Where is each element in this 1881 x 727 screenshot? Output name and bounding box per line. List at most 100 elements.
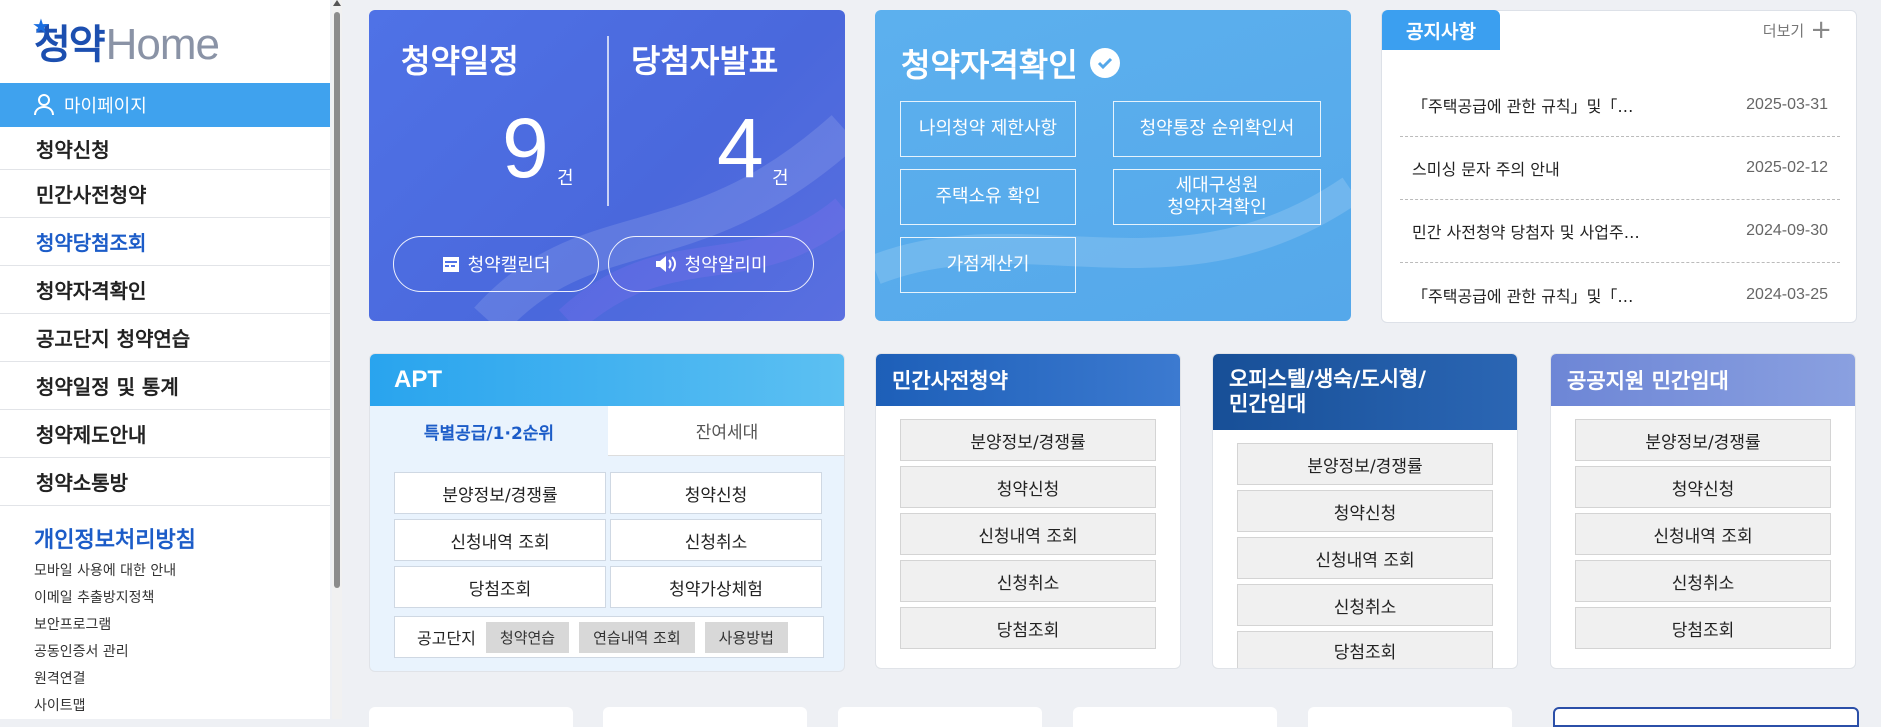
apt-apply-button[interactable]: 청약신청 <box>610 472 822 514</box>
of-cancel-button[interactable]: 신청취소 <box>1237 584 1493 626</box>
account-rank-button[interactable]: 청약통장 순위확인서 <box>1113 101 1321 157</box>
apt-sale-info-button[interactable]: 분양정보/경쟁률 <box>394 472 606 514</box>
gongo-row: 공고단지 청약연습 연습내역 조회 사용방법 <box>394 616 824 658</box>
scrollbar[interactable] <box>332 0 342 719</box>
sidebar-menu: 청약신청 민간사전청약 청약당첨조회 청약자격확인 공고단지 청약연습 청약일정… <box>0 128 330 506</box>
pr-winner-button[interactable]: 당첨조회 <box>1575 607 1831 649</box>
qualification-title[interactable]: 청약자격확인 <box>901 40 1120 86</box>
notice-row[interactable]: 「주택공급에 관한 규칙」및「… 2025-03-31 <box>1400 74 1840 137</box>
apt-virtual-button[interactable]: 청약가상체험 <box>610 566 822 608</box>
score-calculator-button[interactable]: 가점계산기 <box>900 237 1076 293</box>
sidebar-item-practice[interactable]: 공고단지 청약연습 <box>0 314 330 362</box>
public-rental-title: 공공지원 민간임대 <box>1551 354 1855 406</box>
house-ownership-button[interactable]: 주택소유 확인 <box>900 169 1076 225</box>
tab-remaining-units[interactable]: 잔여세대 <box>608 406 844 456</box>
pp-apply-button[interactable]: 청약신청 <box>900 466 1156 508</box>
private-pre-title: 민간사전청약 <box>876 354 1180 406</box>
winner-announce-label[interactable]: 당첨자발표 <box>631 36 778 82</box>
sublinks: 모바일 사용에 대한 안내 이메일 추출방지정책 보안프로그램 공동인증서 관리… <box>34 558 176 720</box>
logo-english: Home <box>105 20 220 69</box>
sidebar: ★ 청약 Home 마이페이지 청약신청 민간사전청약 청약당첨조회 청약자격확… <box>0 0 330 719</box>
tab-special-supply[interactable]: 특별공급/1·2순위 <box>370 406 608 456</box>
apt-title: APT <box>370 354 844 406</box>
household-qualification-button[interactable]: 세대구성원 청약자격확인 <box>1113 169 1321 225</box>
winner-announce-count[interactable]: 4 <box>717 106 764 190</box>
speaker-icon <box>655 256 676 272</box>
mypage-button[interactable]: 마이페이지 <box>0 83 330 127</box>
notice-date: 2025-02-12 <box>1746 159 1828 176</box>
sublink-security[interactable]: 보안프로그램 <box>34 612 176 639</box>
sidebar-item-system-guide[interactable]: 청약제도안내 <box>0 410 330 458</box>
sublink-remote[interactable]: 원격연결 <box>34 666 176 693</box>
notice-row[interactable]: 스미싱 문자 주의 안내 2025-02-12 <box>1400 137 1840 200</box>
check-icon <box>1089 48 1120 78</box>
notice-tab[interactable]: 공지사항 <box>1382 10 1500 50</box>
pp-history-button[interactable]: 신청내역 조회 <box>900 513 1156 555</box>
schedule-count[interactable]: 9 <box>502 106 549 190</box>
more-link[interactable]: 더보기 + <box>1763 17 1832 43</box>
scrollbar-thumb[interactable] <box>334 12 340 588</box>
pr-apply-button[interactable]: 청약신청 <box>1575 466 1831 508</box>
practice-history-chip[interactable]: 연습내역 조회 <box>579 621 695 653</box>
pr-sale-info-button[interactable]: 분양정보/경쟁률 <box>1575 419 1831 461</box>
plus-icon: + <box>1810 15 1832 45</box>
divider <box>607 36 609 206</box>
sidebar-item-schedule-stats[interactable]: 청약일정 및 통계 <box>0 362 330 410</box>
more-label: 더보기 <box>1762 21 1805 40</box>
sidebar-item-qualification[interactable]: 청약자격확인 <box>0 266 330 314</box>
winner-announce-unit: 건 <box>772 168 789 189</box>
practice-chip[interactable]: 청약연습 <box>485 621 570 653</box>
pp-winner-button[interactable]: 당첨조회 <box>900 607 1156 649</box>
bottom-card <box>1553 707 1859 727</box>
sidebar-item-communication[interactable]: 청약소통방 <box>0 458 330 506</box>
pp-cancel-button[interactable]: 신청취소 <box>900 560 1156 602</box>
notice-row[interactable]: 민간 사전청약 당첨자 및 사업주… 2024-09-30 <box>1400 200 1840 263</box>
of-sale-info-button[interactable]: 분양정보/경쟁률 <box>1237 443 1493 485</box>
of-history-button[interactable]: 신청내역 조회 <box>1237 537 1493 579</box>
officetel-title: 오피스텔/생숙/도시형/ 민간임대 <box>1213 354 1517 430</box>
sidebar-item-apply[interactable]: 청약신청 <box>0 128 330 170</box>
my-restriction-button[interactable]: 나의청약 제한사항 <box>900 101 1076 157</box>
sidebar-item-private-pre[interactable]: 민간사전청약 <box>0 170 330 218</box>
apt-panel: APT 특별공급/1·2순위 잔여세대 분양정보/경쟁률 청약신청 신청내역 조… <box>369 353 845 672</box>
alarm-button[interactable]: 청약알리미 <box>608 236 814 292</box>
sublink-sitemap[interactable]: 사이트맵 <box>34 693 176 720</box>
of-apply-button[interactable]: 청약신청 <box>1237 490 1493 532</box>
privacy-policy-link[interactable]: 개인정보처리방침 <box>34 522 196 554</box>
sublink-mobile[interactable]: 모바일 사용에 대한 안내 <box>34 558 176 585</box>
bottom-card <box>838 707 1042 727</box>
of-winner-button[interactable]: 당첨조회 <box>1237 631 1493 668</box>
schedule-label[interactable]: 청약일정 <box>401 36 519 82</box>
notice-title[interactable]: 스미싱 문자 주의 안내 <box>1412 156 1560 180</box>
qualification-title-text: 청약자격확인 <box>901 46 1078 84</box>
how-to-chip[interactable]: 사용방법 <box>704 621 788 653</box>
apt-cancel-button[interactable]: 신청취소 <box>610 519 822 561</box>
scroll-up-arrow-icon[interactable] <box>333 0 341 6</box>
notice-row[interactable]: 「주택공급에 관한 규칙」및「… 2024-03-25 <box>1400 263 1840 326</box>
pr-history-button[interactable]: 신청내역 조회 <box>1575 513 1831 555</box>
bottom-card <box>1308 707 1512 727</box>
mypage-label: 마이페이지 <box>64 96 147 117</box>
qualification-card: 청약자격확인 나의청약 제한사항 청약통장 순위확인서 주택소유 확인 세대구성… <box>875 10 1351 321</box>
notice-title[interactable]: 민간 사전청약 당첨자 및 사업주… <box>1412 219 1640 243</box>
user-icon <box>34 94 54 116</box>
calendar-icon <box>442 257 459 272</box>
apt-winner-button[interactable]: 당첨조회 <box>394 566 606 608</box>
sublink-email-policy[interactable]: 이메일 추출방지정책 <box>34 585 176 612</box>
notice-date: 2024-09-30 <box>1746 222 1828 239</box>
pr-cancel-button[interactable]: 신청취소 <box>1575 560 1831 602</box>
public-rental-panel: 공공지원 민간임대 분양정보/경쟁률 청약신청 신청내역 조회 신청취소 당첨조… <box>1550 353 1856 669</box>
notice-date: 2025-03-31 <box>1746 96 1828 113</box>
pp-sale-info-button[interactable]: 분양정보/경쟁률 <box>900 419 1156 461</box>
gongo-label: 공고단지 <box>417 629 476 648</box>
notice-card: 공지사항 더보기 + 「주택공급에 관한 규칙」및「… 2025-03-31 스… <box>1381 10 1857 323</box>
sidebar-item-winner-check[interactable]: 청약당첨조회 <box>0 218 330 266</box>
schedule-card: 청약일정 9 건 당첨자발표 4 건 청약캘린더 청약알리미 <box>369 10 845 321</box>
logo[interactable]: ★ 청약 Home <box>32 14 220 70</box>
sublink-certificate[interactable]: 공동인증서 관리 <box>34 639 176 666</box>
calendar-button[interactable]: 청약캘린더 <box>393 236 599 292</box>
notice-title[interactable]: 「주택공급에 관한 규칙」및「… <box>1412 93 1633 117</box>
apt-history-button[interactable]: 신청내역 조회 <box>394 519 606 561</box>
notice-title[interactable]: 「주택공급에 관한 규칙」및「… <box>1412 283 1633 307</box>
schedule-unit: 건 <box>557 168 574 189</box>
